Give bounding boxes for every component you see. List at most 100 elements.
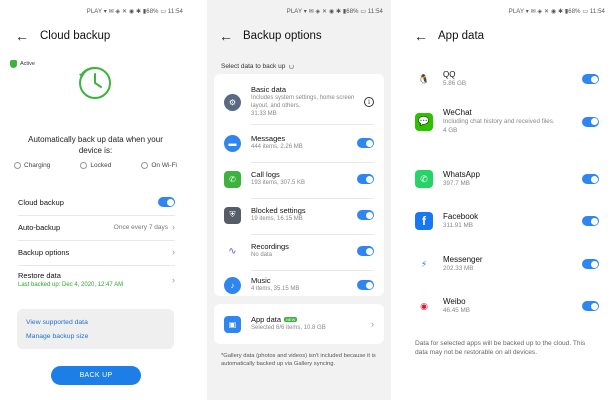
item-name: Basic data: [251, 85, 287, 95]
page-title: Backup options: [243, 30, 322, 42]
shield-check-icon: [10, 60, 17, 68]
header: ← App data: [405, 26, 613, 46]
auto-backup-row[interactable]: Auto-backup Once every 7 days ›: [18, 222, 175, 232]
condition-charging: Charging: [14, 162, 50, 169]
qq-icon: 🐧: [415, 70, 433, 88]
header: ← Backup options: [207, 26, 391, 46]
new-badge: NEW: [284, 317, 298, 323]
app-row-messenger[interactable]: ⚡ Messenger 202.33 MB: [415, 255, 599, 273]
loading-spinner-icon: [289, 64, 295, 69]
back-arrow-icon[interactable]: ←: [212, 26, 240, 46]
backup-options-screen: PLAY ▾ ✉ ◈ ✕ ◉ ✱ ▮68% ▭ 11:54 ← Backup o…: [207, 0, 391, 400]
status-bar: PLAY ▾ ✉ ◈ ✕ ◉ ✱ ▮68% ▭ 11:54: [508, 9, 605, 15]
lock-icon: [80, 162, 88, 169]
item-size: 31.33 MB: [251, 111, 277, 118]
info-icon[interactable]: i: [364, 97, 374, 107]
condition-locked: Locked: [80, 162, 111, 169]
divider: [251, 198, 374, 199]
back-up-button[interactable]: BACK UP: [51, 366, 141, 385]
messenger-toggle[interactable]: [582, 259, 599, 269]
list-item-call-logs[interactable]: ✆ Call logs 193 items, 307.5 KB: [224, 164, 374, 194]
links-box: View supported data Manage backup size: [17, 309, 174, 349]
status-badge: Active: [10, 60, 35, 68]
waveform-icon: ∿: [224, 242, 241, 260]
wechat-icon: 💬: [415, 112, 433, 131]
view-supported-data-link[interactable]: View supported data: [26, 319, 88, 326]
app-data-card: ▣ App data NEW Selected 6/6 items, 10.8 G…: [214, 304, 384, 344]
cloud-backup-label: Cloud backup: [18, 197, 64, 207]
cloud-backup-row[interactable]: Cloud backup: [18, 197, 175, 207]
battery-level: 68%: [146, 9, 159, 15]
backup-options-row[interactable]: Backup options ›: [18, 247, 175, 257]
divider: [251, 124, 374, 125]
select-data-label: Select data to back up: [221, 63, 295, 70]
music-icon: ♪: [224, 276, 241, 294]
chevron-right-icon: ›: [172, 247, 175, 257]
app-data-screen: PLAY ▾ ✉ ◈ ✕ ◉ ✱ ▮68% ▭ 11:54 ← App data…: [405, 0, 613, 400]
cloud-backup-screen: PLAY ▾ ✉ ◈ ✕ ◉ ✱ ▮68% ▭ 11:54 ← Cloud ba…: [0, 0, 191, 400]
auto-backup-description: Automatically back up data when your dev…: [28, 135, 163, 155]
status-bar: PLAY ▾ ✉ ◈ ✕ ◉ ✱ ▮68% ▭ 11:54: [86, 9, 183, 15]
messages-toggle[interactable]: [357, 138, 374, 148]
auto-backup-value: Once every 7 days: [113, 223, 168, 231]
manage-backup-size-link[interactable]: Manage backup size: [26, 333, 88, 340]
page-title: Cloud backup: [40, 30, 111, 42]
backup-items-card: ⚙ Basic data Includes system settings, h…: [214, 74, 384, 296]
app-row-qq[interactable]: 🐧 QQ 5.86 GB: [415, 70, 599, 88]
blocked-settings-toggle[interactable]: [357, 210, 374, 220]
list-item-basic-data[interactable]: ⚙ Basic data Includes system settings, h…: [224, 82, 374, 122]
list-item-recordings[interactable]: ∿ Recordings No data: [224, 236, 374, 266]
list-item-messages[interactable]: ▬ Messages 444 items, 2.26 MB: [224, 128, 374, 158]
carrier-label: PLAY: [86, 9, 102, 15]
app-row-whatsapp[interactable]: ✆ WhatsApp 397.7 MB: [415, 170, 599, 188]
app-box-icon: ▣: [224, 315, 241, 333]
list-item-app-data[interactable]: ▣ App data NEW Selected 6/6 items, 10.8 G…: [224, 309, 374, 339]
facebook-icon: f: [415, 212, 433, 230]
divider: [18, 215, 175, 216]
chevron-right-icon: ›: [172, 222, 175, 232]
messages-icon: ▬: [224, 134, 241, 152]
facebook-toggle[interactable]: [582, 216, 599, 226]
condition-wifi: On Wi-Fi: [141, 162, 177, 169]
cloud-backup-toggle[interactable]: [158, 197, 175, 207]
list-item-music[interactable]: ♪ Music 4 items, 35.15 MB: [224, 270, 374, 300]
weibo-toggle[interactable]: [582, 301, 599, 311]
item-description: Includes system settings, home screen la…: [251, 95, 355, 109]
back-arrow-icon[interactable]: ←: [8, 26, 36, 46]
restore-data-row[interactable]: Restore data Last backed up: Dec 4, 2020…: [18, 271, 175, 288]
recordings-toggle[interactable]: [357, 246, 374, 256]
app-row-facebook[interactable]: f Facebook 311.91 MB: [415, 212, 599, 230]
auto-backup-label: Auto-backup: [18, 222, 61, 232]
list-item-blocked-settings[interactable]: ⛨ Blocked settings 19 items, 16.15 MB: [224, 200, 374, 230]
last-backup-time: Last backed up: Dec 4, 2020, 12:47 AM: [18, 282, 124, 288]
music-toggle[interactable]: [357, 280, 374, 290]
charging-icon: [14, 162, 21, 169]
gallery-footnote: *Gallery data (photos and videos) isn't …: [221, 353, 376, 367]
app-row-wechat[interactable]: 💬 WeChat Including chat history and rece…: [415, 108, 599, 135]
divider: [251, 234, 374, 235]
app-data-label: App data: [251, 315, 282, 325]
status-bar: PLAY ▾ ✉ ◈ ✕ ◉ ✱ ▮68% ▭ 11:54: [286, 9, 383, 15]
page-title: App data: [438, 30, 485, 42]
backup-options-label: Backup options: [18, 247, 70, 257]
app-data-footnote: Data for selected apps will be backed up…: [415, 340, 586, 356]
backup-conditions: Charging Locked On Wi-Fi: [14, 162, 177, 169]
wifi-icon: [141, 162, 149, 169]
phone-icon: ✆: [224, 170, 241, 188]
shield-block-icon: ⛨: [224, 206, 241, 224]
wechat-toggle[interactable]: [582, 116, 599, 127]
restore-data-label: Restore data: [18, 271, 61, 280]
app-row-weibo[interactable]: ◉ Weibo 46.45 MB: [415, 297, 599, 315]
weibo-icon: ◉: [415, 297, 433, 315]
chevron-right-icon: ›: [371, 319, 374, 329]
whatsapp-icon: ✆: [415, 170, 433, 188]
qq-toggle[interactable]: [582, 74, 599, 84]
back-arrow-icon[interactable]: ←: [407, 26, 435, 46]
messenger-icon: ⚡: [415, 255, 433, 273]
app-data-summary: Selected 6/6 items, 10.8 GB: [251, 325, 326, 332]
call-logs-toggle[interactable]: [357, 174, 374, 184]
settings-card: Cloud backup Auto-backup Once every 7 da…: [7, 187, 184, 299]
header: ← Cloud backup: [0, 26, 191, 46]
whatsapp-toggle[interactable]: [582, 174, 599, 184]
divider: [18, 240, 175, 241]
